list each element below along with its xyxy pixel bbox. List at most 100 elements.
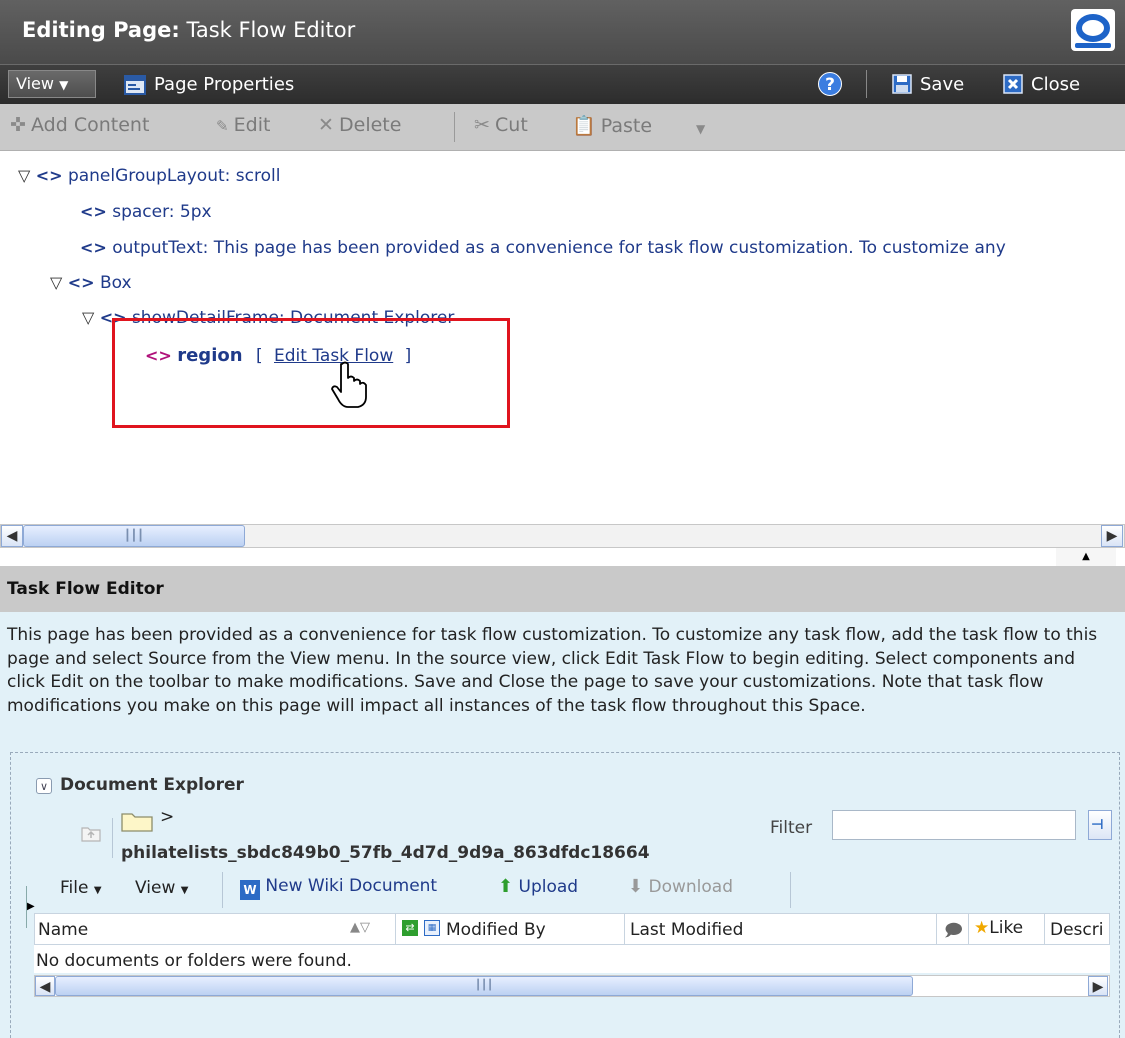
edit-label: Edit <box>233 114 271 136</box>
menu-divider <box>222 872 223 908</box>
oracle-logo-icon <box>1071 9 1115 51</box>
upload-label: Upload <box>518 877 579 897</box>
star-icon: ★ <box>974 918 990 938</box>
view-menu-label: View <box>135 878 176 898</box>
page-properties-icon <box>124 74 146 100</box>
upload-button[interactable]: ⬆ Upload <box>498 876 578 897</box>
download-icon: ⬇ <box>628 876 644 897</box>
splitter-collapse-icon[interactable]: ▲ <box>1056 548 1116 567</box>
cut-label: Cut <box>495 114 528 136</box>
expand-triangle-icon[interactable]: ▽ <box>18 166 30 185</box>
task-flow-editor-header <box>0 566 1125 612</box>
scroll-thumb[interactable]: ┃┃┃ <box>55 976 913 996</box>
tree-node-panelgrouplayout[interactable]: ▽ <> panelGroupLayout: scroll <box>18 166 280 186</box>
sort-arrows-icon[interactable]: ▲▽ <box>350 920 370 935</box>
task-flow-editor-description: This page has been provided as a conveni… <box>7 625 1098 716</box>
breadcrumb-divider <box>112 818 113 858</box>
column-divider <box>1044 914 1045 944</box>
column-header-last-modified[interactable]: Last Modified <box>630 920 743 940</box>
save-icon <box>892 74 912 98</box>
view-menu-button[interactable]: View ▼ <box>8 70 96 98</box>
add-content-button[interactable]: ✜ Add Content <box>10 114 149 136</box>
tree-node-label: outputText: This page has been provided … <box>112 238 1006 258</box>
file-menu[interactable]: File ▼ <box>60 878 102 898</box>
like-label: Like <box>989 918 1024 938</box>
column-divider <box>936 914 937 944</box>
file-menu-label: File <box>60 878 89 898</box>
paste-label: Paste <box>600 115 653 137</box>
toolbar-divider <box>454 112 455 142</box>
up-folder-icon[interactable] <box>80 823 102 847</box>
scroll-left-button[interactable]: ◀ <box>35 976 55 996</box>
expand-triangle-icon[interactable]: ▽ <box>50 273 62 292</box>
scroll-left-button[interactable]: ◀ <box>1 525 23 547</box>
help-icon[interactable]: ? <box>818 72 842 96</box>
filter-go-button[interactable]: ⊣ <box>1088 810 1112 840</box>
scroll-right-button[interactable]: ▶ <box>1101 525 1123 547</box>
tree-node-spacer[interactable]: <> spacer: 5px <box>80 202 212 222</box>
download-label: Download <box>648 877 734 897</box>
scroll-right-button[interactable]: ▶ <box>1088 976 1108 996</box>
refresh-icon[interactable]: ⇄ <box>402 920 418 936</box>
tree-node-outputtext[interactable]: <> outputText: This page has been provid… <box>80 238 1006 258</box>
cut-button[interactable]: ✂ Cut <box>474 114 528 136</box>
tree-node-label: panelGroupLayout: scroll <box>67 166 281 186</box>
menu-divider <box>790 872 791 908</box>
add-content-icon: ✜ <box>10 114 26 136</box>
folder-icon <box>120 811 154 837</box>
tree-node-box[interactable]: ▽ <> Box <box>50 273 132 293</box>
column-divider <box>968 914 969 944</box>
new-wiki-document-label: New Wiki Document <box>265 876 438 896</box>
close-icon <box>1003 74 1023 98</box>
highlight-callout-box <box>112 318 510 428</box>
column-header-modified-by[interactable]: Modified By <box>446 920 546 940</box>
chevron-down-icon: ▼ <box>93 885 102 896</box>
scissors-icon: ✂ <box>474 114 490 136</box>
save-label: Save <box>920 74 965 95</box>
more-menu-chevron-icon[interactable]: ▼ <box>696 122 705 136</box>
comment-icon[interactable]: 🗩 <box>944 918 963 947</box>
new-wiki-document-button[interactable]: W New Wiki Document <box>240 876 437 900</box>
component-tag-icon: <> <box>80 238 107 257</box>
upload-icon: ⬆ <box>498 876 514 897</box>
collapse-chevron-icon[interactable]: ∨ <box>36 778 52 794</box>
download-button[interactable]: ⬇ Download <box>628 876 733 897</box>
filter-input[interactable] <box>832 810 1076 840</box>
view-mode-icon[interactable]: ▦ <box>424 920 440 936</box>
page-title-name: Task Flow Editor <box>186 18 356 42</box>
page-properties-label: Page Properties <box>154 74 295 95</box>
empty-table-message: No documents or folders were found. <box>36 951 352 971</box>
task-flow-editor-title: Task Flow Editor <box>7 579 164 599</box>
clipboard-icon: 📋 <box>572 115 596 137</box>
paste-button[interactable]: 📋 Paste <box>572 114 652 137</box>
expand-triangle-icon[interactable]: ▽ <box>82 308 94 327</box>
close-label: Close <box>1031 74 1081 95</box>
tree-node-label: Box <box>99 273 132 293</box>
current-folder-name: philatelists_sbdc849b0_57fb_4d7d_9d9a_86… <box>121 843 650 863</box>
column-divider <box>395 914 396 944</box>
edit-button[interactable]: ✎ Edit <box>216 114 270 136</box>
chevron-down-icon: ▼ <box>59 78 69 92</box>
menu-divider <box>866 70 867 98</box>
hand-pointer-cursor-icon <box>330 360 370 412</box>
delete-label: Delete <box>339 114 402 136</box>
view-menu[interactable]: View ▼ <box>135 878 188 898</box>
document-explorer-title: Document Explorer <box>60 775 244 795</box>
component-tag-icon: <> <box>35 166 63 185</box>
column-header-description[interactable]: Descri <box>1050 920 1103 940</box>
component-tag-icon: <> <box>67 273 95 292</box>
delete-icon: ✕ <box>318 114 334 136</box>
new-wiki-document-icon: W <box>240 880 260 900</box>
edit-toolbar <box>0 104 1125 151</box>
component-tag-icon: <> <box>80 202 107 221</box>
column-header-name[interactable]: Name <box>38 920 88 940</box>
scroll-thumb[interactable]: ┃┃┃ <box>23 525 245 547</box>
tree-node-label: spacer: 5px <box>112 202 212 222</box>
delete-button[interactable]: ✕ Delete <box>318 114 401 136</box>
edit-icon: ✎ <box>216 117 229 135</box>
column-header-like[interactable]: ★Like <box>974 918 1023 938</box>
view-menu-label: View <box>16 74 54 93</box>
page-title-prefix: Editing Page: <box>22 18 180 42</box>
add-content-label: Add Content <box>31 114 150 136</box>
filter-label: Filter <box>770 818 813 838</box>
